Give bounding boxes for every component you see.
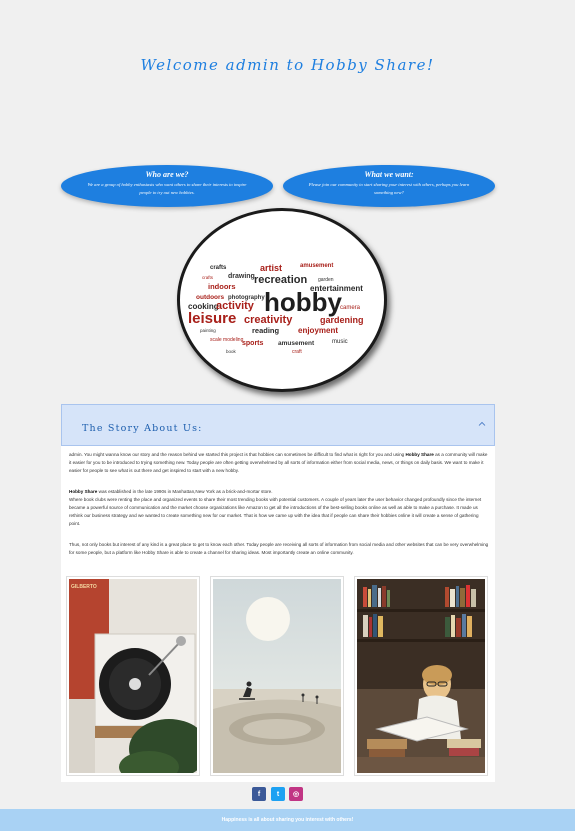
wc-word: scale modeling: [210, 337, 244, 343]
wc-word: hobby: [264, 287, 343, 317]
what-we-want-card: What we want: Please join our community …: [283, 165, 495, 207]
wc-word: drawing: [228, 273, 255, 280]
wc-word: artist: [260, 263, 282, 273]
who-are-we-card: Who are we? We are a group of hobby enth…: [61, 165, 273, 207]
brand-name: Hobby Share: [405, 452, 434, 457]
word-cloud-graphic: crafts artist amusement crafts drawing r…: [188, 263, 364, 355]
who-are-we-text: We are a group of hobby enthusiasts who …: [87, 182, 247, 195]
twitter-icon[interactable]: t: [271, 787, 285, 801]
hobby-word-cloud: crafts artist amusement crafts drawing r…: [177, 208, 387, 392]
wc-word: enjoyment: [298, 326, 338, 335]
who-are-we-title: Who are we?: [145, 170, 189, 179]
wc-word: reading: [252, 326, 280, 335]
story-paragraph-1: admin. You might wanna know our story an…: [69, 452, 488, 474]
instagram-icon[interactable]: ◎: [289, 787, 303, 801]
wc-word: camera: [340, 305, 361, 311]
wc-word: craft: [292, 349, 302, 355]
story-title: The Story About Us:: [82, 423, 203, 434]
wc-word: music: [332, 339, 348, 345]
wc-word: painting: [200, 328, 216, 333]
welcome-heading: Welcome admin to Hobby Share!: [140, 56, 435, 74]
wc-word: sports: [242, 340, 264, 347]
record-sleeve-text: GILBERTO: [71, 584, 97, 590]
wc-word: creativity: [244, 314, 293, 326]
wc-word: leisure: [188, 310, 236, 327]
what-we-want-text: Please join our community to start shari…: [308, 182, 470, 195]
wc-word: recreation: [254, 274, 307, 286]
wc-word: amusement: [278, 340, 315, 347]
reading-books-photo: [354, 576, 488, 776]
what-we-want-title: What we want:: [364, 170, 414, 179]
wc-word: crafts: [210, 265, 227, 271]
wc-word: indoors: [208, 282, 236, 291]
facebook-icon[interactable]: f: [252, 787, 266, 801]
chevron-up-icon[interactable]: [478, 420, 486, 428]
brand-name: Hobby Share: [69, 488, 98, 494]
footer-banner: Happiness is all about sharing you inter…: [0, 809, 575, 831]
story-paragraph-3: Thus, not only books but interest of any…: [69, 541, 489, 555]
wc-word: crafts: [202, 275, 214, 280]
story-paragraph-2: Hobby Share was established in the late …: [69, 488, 482, 527]
wc-word: amusement: [300, 263, 333, 269]
story-text: admin. You might wanna know our story an…: [69, 451, 489, 569]
wc-word: garden: [318, 277, 334, 283]
wc-word: gardening: [320, 315, 364, 325]
story-accordion-header[interactable]: The Story About Us:: [61, 404, 495, 446]
record-player-photo: GILBERTO: [66, 576, 200, 776]
skatepark-photo: [210, 576, 344, 776]
wc-word: book: [226, 349, 237, 354]
